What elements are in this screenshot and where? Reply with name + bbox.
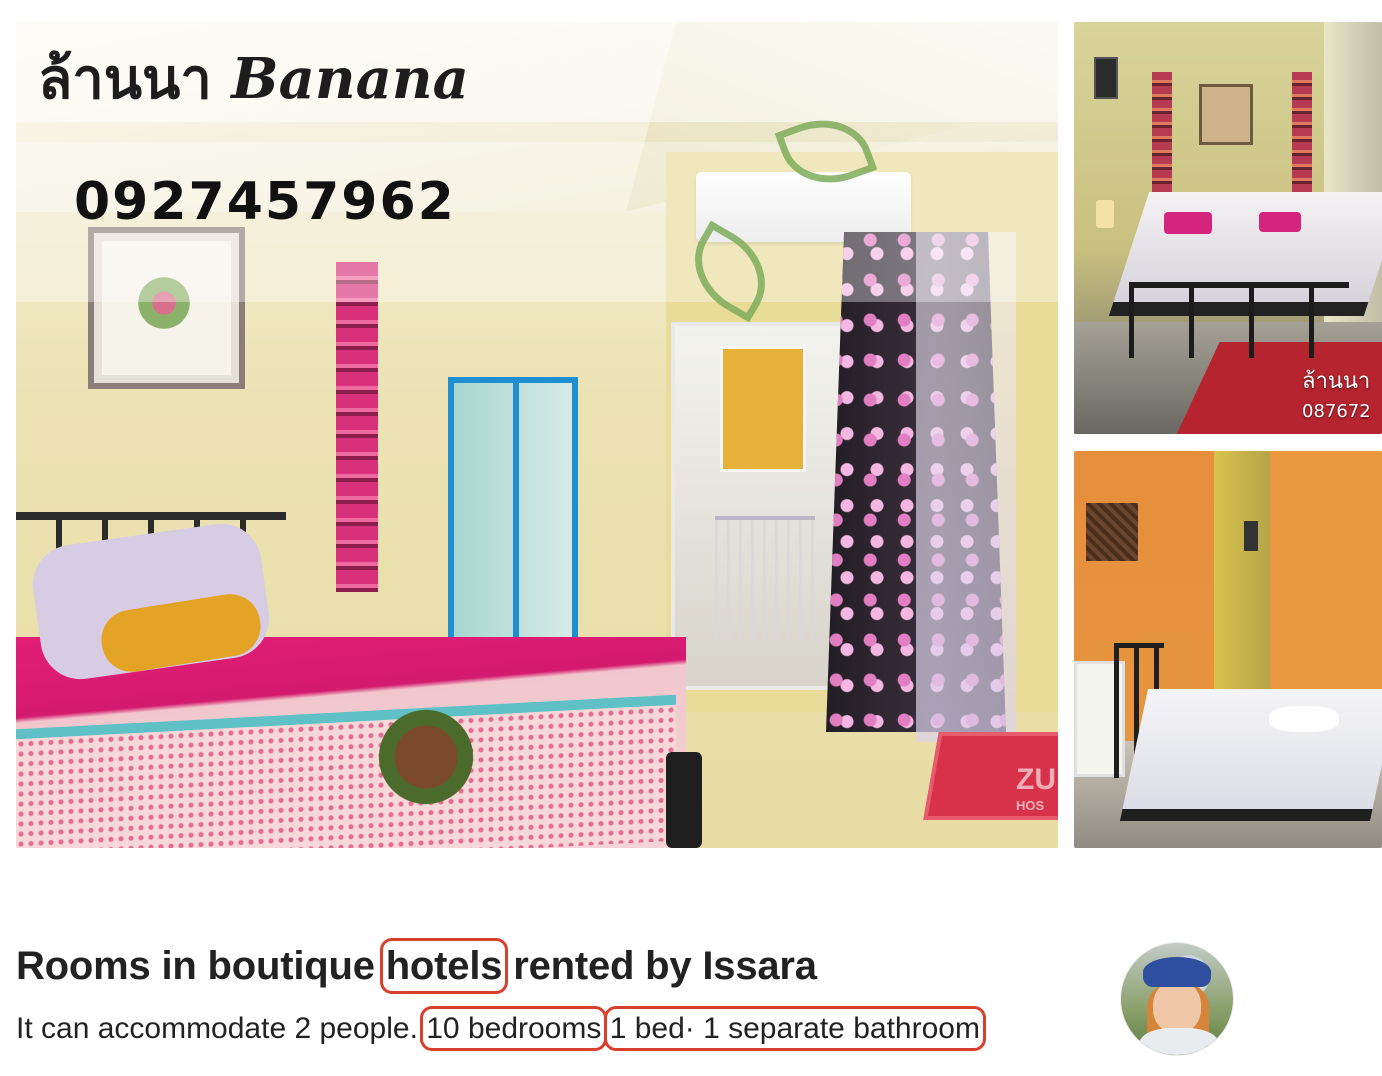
avatar-hat [1143, 957, 1211, 987]
wall-tapestry [336, 262, 378, 592]
balcony-door [671, 322, 849, 690]
photo-gallery: ล้านนา Banana 0927457962 ZU HOS ล้านนา 0… [0, 0, 1382, 860]
caption-thai: ล้านนา [1302, 369, 1371, 394]
bottom-right-photo[interactable] [1074, 451, 1382, 848]
bedpost [666, 752, 702, 848]
top-right-photo[interactable]: ล้านนา 087672 [1074, 22, 1382, 434]
welcome-basket [371, 702, 481, 812]
bed-bath-count: 1 bed· 1 separate bathroom [603, 1006, 986, 1051]
title-text-end: rented by Issara [502, 944, 817, 988]
avatar-shirt [1139, 1028, 1219, 1055]
folded-towel [1269, 706, 1339, 732]
pillow [1259, 212, 1301, 232]
title-text-start: Rooms in boutique [16, 944, 386, 988]
main-photo[interactable]: ล้านนา Banana 0927457962 ZU HOS [16, 22, 1058, 848]
bed-frame [1129, 282, 1349, 358]
overlay-phone-number: 0927457962 [74, 172, 456, 232]
photo-watermark: ZU HOS [1016, 765, 1056, 819]
overlay-title-thai: ล้านนา [38, 46, 212, 112]
sheer-curtain [916, 232, 1016, 742]
host-avatar[interactable] [1120, 942, 1234, 1056]
watermark-text: ZU [1016, 763, 1056, 796]
avatar-face [1153, 981, 1201, 1033]
caption-phone: 087672 [1302, 401, 1371, 422]
wardrobe [448, 377, 578, 649]
balcony-railing [715, 516, 815, 640]
bed [1119, 689, 1382, 821]
photo-overlay-title: ล้านนา Banana [38, 34, 469, 123]
guest-capacity: It can accommodate 2 people. [16, 1012, 427, 1045]
bedside-lamp [1096, 200, 1114, 228]
title-highlight-hotels: hotels [379, 938, 509, 994]
overlay-title-latin: Banana [231, 46, 469, 112]
listing-subtitle: It can accommodate 2 people. 10 bedrooms… [16, 1006, 986, 1051]
photo-caption: ล้านนา 087672 [1302, 367, 1371, 427]
bedroom-count: 10 bedrooms [420, 1006, 608, 1051]
pillow [1164, 212, 1212, 234]
watermark-subtext: HOS [1016, 798, 1045, 813]
lantern [1094, 57, 1118, 99]
wall-painting [1199, 84, 1253, 145]
lantern [1244, 521, 1258, 551]
listing-title: Rooms in boutique hotels rented by Issar… [16, 938, 817, 994]
balcony-window [720, 346, 806, 472]
wall-carving [1086, 503, 1138, 561]
